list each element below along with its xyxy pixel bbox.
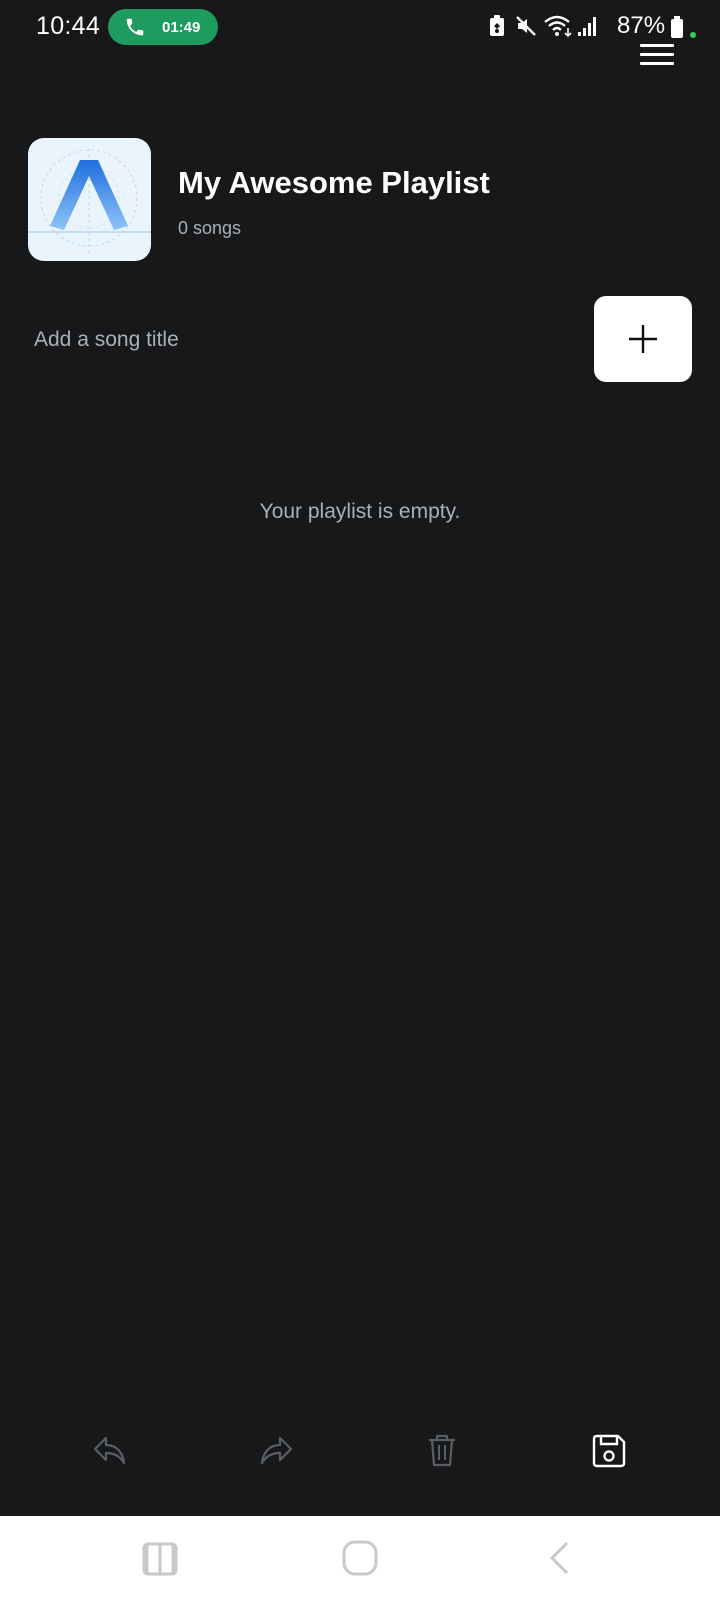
battery-saver-icon bbox=[490, 15, 504, 36]
back-icon bbox=[550, 1541, 569, 1575]
song-title-input[interactable] bbox=[34, 320, 554, 360]
trash-icon bbox=[429, 1434, 455, 1467]
back-button[interactable] bbox=[530, 1532, 590, 1584]
undo-button[interactable] bbox=[80, 1420, 140, 1480]
status-bar: 10:44 01:49 87% bbox=[0, 0, 720, 52]
battery-percent: 87% bbox=[617, 12, 666, 39]
phone-icon bbox=[126, 18, 144, 36]
undo-icon bbox=[93, 1436, 126, 1465]
menu-icon bbox=[640, 44, 674, 47]
screen: 10:44 01:49 87% My Awesome Playlist 0 so… bbox=[0, 0, 720, 1600]
save-icon bbox=[592, 1434, 626, 1468]
app-logo-icon bbox=[28, 148, 151, 253]
battery-icon bbox=[671, 16, 683, 38]
privacy-indicator-dot bbox=[690, 32, 696, 38]
playlist-title[interactable]: My Awesome Playlist bbox=[178, 165, 490, 201]
plus-icon bbox=[629, 325, 657, 353]
delete-button[interactable] bbox=[412, 1420, 472, 1480]
menu-button[interactable] bbox=[640, 44, 674, 68]
bottom-toolbar bbox=[0, 1420, 720, 1480]
signal-icon bbox=[578, 17, 596, 36]
empty-playlist-message: Your playlist is empty. bbox=[259, 500, 461, 523]
recent-apps-icon bbox=[142, 1542, 178, 1576]
system-navigation-bar bbox=[0, 1516, 720, 1600]
playlist-cover bbox=[28, 138, 151, 261]
call-duration: 01:49 bbox=[162, 19, 201, 36]
redo-icon bbox=[260, 1436, 293, 1465]
home-icon bbox=[342, 1540, 378, 1576]
redo-button[interactable] bbox=[246, 1420, 306, 1480]
save-button[interactable] bbox=[578, 1420, 638, 1480]
wifi-icon bbox=[544, 15, 572, 38]
add-song-button[interactable] bbox=[594, 296, 692, 382]
song-count: 0 songs bbox=[178, 218, 242, 238]
status-time: 10:44 bbox=[36, 12, 101, 40]
home-button[interactable] bbox=[330, 1532, 390, 1584]
ongoing-call-chip[interactable]: 01:49 bbox=[108, 9, 218, 45]
mute-icon bbox=[516, 16, 536, 36]
recent-apps-button[interactable] bbox=[130, 1532, 190, 1584]
